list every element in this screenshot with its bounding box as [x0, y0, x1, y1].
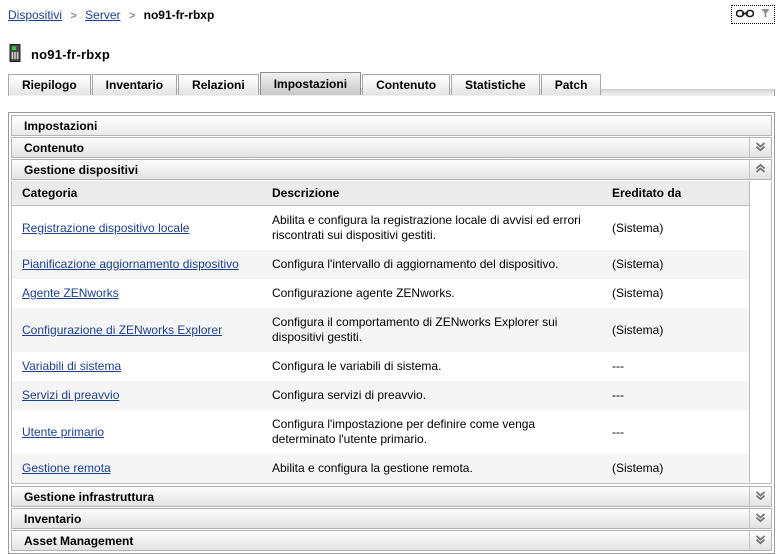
table-row: Utente primario Configura l'impostazione…: [12, 410, 749, 454]
cell-categoria: Configurazione di ZENworks Explorer: [12, 308, 262, 352]
panel-title-bar: Impostazioni: [11, 115, 772, 136]
table-row: Variabili di sistema Configura le variab…: [12, 352, 749, 381]
cell-descrizione: Configura l'impostazione per definire co…: [272, 417, 536, 446]
chevron-double-down-icon: [755, 534, 766, 548]
section-gestione-dispositivi-toggle[interactable]: [749, 160, 771, 179]
cell-categoria: Agente ZENworks: [12, 279, 262, 308]
settings-grid-gutter: [749, 181, 771, 483]
cell-ereditato-da: ---: [602, 381, 749, 410]
tab-riepilogo[interactable]: Riepilogo: [8, 74, 91, 95]
cell-categoria: Servizi di preavvio: [12, 381, 262, 410]
chevron-double-down-icon: [755, 490, 766, 504]
column-header-descrizione[interactable]: Descrizione: [262, 181, 602, 206]
view-toolbox: [731, 5, 775, 24]
tab-relazioni[interactable]: Relazioni: [178, 74, 259, 95]
section-contenuto[interactable]: Contenuto: [11, 137, 772, 158]
tabbar-filler: [602, 94, 775, 95]
section-inventario[interactable]: Inventario: [11, 508, 772, 529]
section-asset-management-label[interactable]: Asset Management: [12, 531, 749, 550]
table-row: Servizi di preavvio Configura servizi di…: [12, 381, 749, 410]
breadcrumb: Dispositivi > Server > no91-fr-rbxp: [8, 8, 214, 23]
section-inventario-toggle[interactable]: [749, 509, 771, 528]
cell-descrizione: Abilita e configura la registrazione loc…: [272, 213, 581, 242]
breadcrumb-item-current: no91-fr-rbxp: [143, 8, 215, 22]
cell-descrizione: Abilita e configura la gestione remota.: [262, 454, 602, 483]
cell-ereditato-da: (Sistema): [602, 454, 749, 483]
cell-categoria: Registrazione dispositivo locale: [12, 206, 262, 251]
page-title: no91-fr-rbxp: [31, 47, 110, 62]
chevron-double-down-icon: [755, 512, 766, 526]
server-device-icon: [9, 44, 22, 65]
section-gestione-infrastruttura[interactable]: Gestione infrastruttura: [11, 486, 772, 507]
breadcrumb-item-dispositivi[interactable]: Dispositivi: [8, 8, 62, 22]
cell-categoria: Utente primario: [12, 410, 262, 454]
section-gestione-dispositivi-label[interactable]: Gestione dispositivi: [12, 160, 749, 179]
breadcrumb-separator: >: [128, 10, 136, 22]
tab-inventario[interactable]: Inventario: [91, 74, 178, 95]
setting-link[interactable]: Pianificazione aggiornamento dispositivo: [22, 257, 239, 271]
breadcrumb-separator: >: [70, 10, 77, 22]
table-row: Gestione remota Abilita e configura la g…: [12, 454, 749, 483]
setting-link[interactable]: Gestione remota: [22, 461, 111, 475]
setting-link[interactable]: Utente primario: [22, 425, 104, 439]
settings-panel: Impostazioni Contenuto Gestione disposit…: [8, 112, 775, 554]
panel-title: Impostazioni: [24, 118, 98, 133]
cell-ereditato-da: (Sistema): [612, 220, 664, 235]
section-gestione-infrastruttura-toggle[interactable]: [749, 487, 771, 506]
page-title-row: no91-fr-rbxp: [9, 44, 110, 65]
setting-link[interactable]: Variabili di sistema: [22, 359, 121, 373]
table-row: Agente ZENworks Configurazione agente ZE…: [12, 279, 749, 308]
section-contenuto-label[interactable]: Contenuto: [12, 138, 749, 157]
column-header-ereditato-da[interactable]: Ereditato da: [602, 181, 749, 206]
setting-link[interactable]: Registrazione dispositivo locale: [22, 221, 189, 235]
section-contenuto-toggle[interactable]: [749, 138, 771, 157]
tab-impostazioni[interactable]: Impostazioni: [259, 72, 362, 95]
cell-ereditato-da: ---: [612, 359, 624, 373]
column-header-categoria[interactable]: Categoria: [12, 181, 262, 206]
setting-link[interactable]: Servizi di preavvio: [22, 388, 119, 402]
cell-descrizione: Configurazione agente ZENworks.: [272, 286, 455, 300]
cell-descrizione: Configura l'intervallo di aggiornamento …: [262, 250, 602, 279]
cell-ereditato-da: ---: [612, 424, 624, 439]
cell-descrizione: Configura le variabili di sistema.: [272, 359, 442, 373]
section-asset-management[interactable]: Asset Management: [11, 530, 772, 551]
setting-link[interactable]: Configurazione di ZENworks Explorer: [22, 323, 222, 337]
chain-link-icon[interactable]: [735, 8, 755, 22]
tabbar: Riepilogo Inventario Relazioni Impostazi…: [8, 68, 775, 95]
tab-contenuto[interactable]: Contenuto: [362, 74, 451, 95]
chevron-double-up-icon: [755, 163, 766, 177]
cell-ereditato-da: (Sistema): [612, 286, 664, 300]
settings-grid: Categoria Descrizione Ereditato da Regis…: [11, 181, 772, 484]
section-gestione-infrastruttura-label[interactable]: Gestione infrastruttura: [12, 487, 749, 506]
cell-categoria: Pianificazione aggiornamento dispositivo: [12, 250, 262, 279]
tab-patch[interactable]: Patch: [540, 74, 602, 95]
cell-descrizione: Configura servizi di preavvio.: [262, 381, 602, 410]
table-header-row: Categoria Descrizione Ereditato da: [12, 181, 749, 206]
table-row: Registrazione dispositivo locale Abilita…: [12, 206, 749, 251]
cell-ereditato-da: (Sistema): [602, 250, 749, 279]
section-asset-management-toggle[interactable]: [749, 531, 771, 550]
settings-table: Categoria Descrizione Ereditato da Regis…: [12, 181, 749, 483]
table-row: Pianificazione aggiornamento dispositivo…: [12, 250, 749, 279]
chevron-double-down-icon: [755, 141, 766, 155]
tab-statistiche[interactable]: Statistiche: [451, 74, 540, 95]
cell-descrizione: Configura il comportamento di ZENworks E…: [262, 308, 602, 352]
cell-categoria: Variabili di sistema: [12, 352, 262, 381]
cell-categoria: Gestione remota: [12, 454, 262, 483]
settings-panel-inner: Impostazioni Contenuto Gestione disposit…: [9, 113, 774, 553]
setting-link[interactable]: Agente ZENworks: [22, 286, 119, 300]
breadcrumb-item-server[interactable]: Server: [85, 8, 120, 22]
funnel-icon[interactable]: [761, 8, 770, 22]
settings-grid-main: Categoria Descrizione Ereditato da Regis…: [12, 181, 749, 483]
cell-ereditato-da: (Sistema): [602, 308, 749, 352]
section-gestione-dispositivi[interactable]: Gestione dispositivi: [11, 159, 772, 180]
section-inventario-label[interactable]: Inventario: [12, 509, 749, 528]
table-row: Configurazione di ZENworks Explorer Conf…: [12, 308, 749, 352]
